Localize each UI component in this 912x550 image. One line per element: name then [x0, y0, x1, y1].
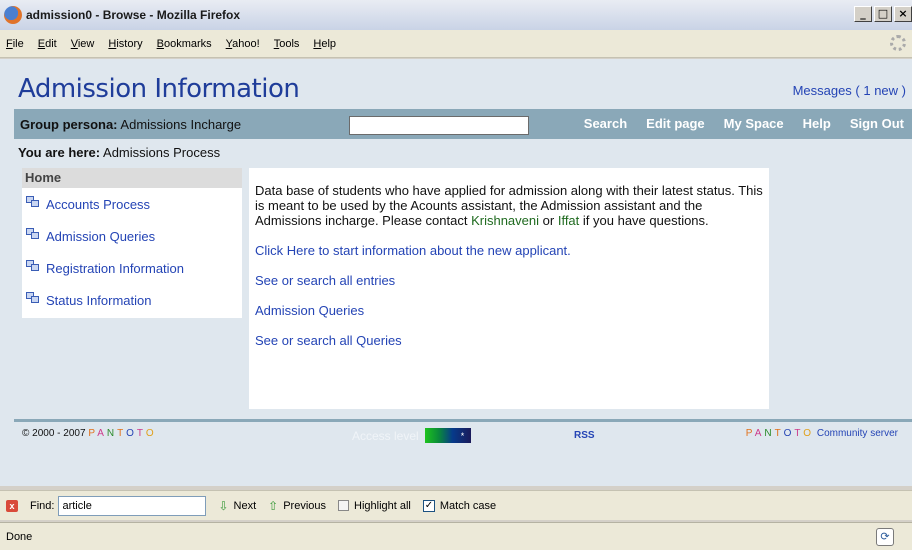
- messages-link[interactable]: Messages ( 1 new ): [793, 83, 906, 98]
- rss-link[interactable]: RSS: [574, 430, 595, 441]
- arrow-up-icon: ⇧: [268, 498, 279, 513]
- window-title: admission0 - Browse - Mozilla Firefox: [26, 8, 241, 22]
- menu-bar: File Edit View History Bookmarks Yahoo! …: [0, 30, 912, 58]
- folder-tree-icon: [26, 292, 39, 303]
- menu-history[interactable]: History: [108, 38, 142, 50]
- sidebar-home[interactable]: Home: [22, 168, 242, 188]
- throbber-icon: [890, 35, 906, 51]
- menu-bookmarks[interactable]: Bookmarks: [157, 38, 212, 50]
- group-persona: Group persona: Admissions Incharge: [20, 117, 241, 132]
- persona-label: Group persona:: [20, 116, 118, 132]
- main-content: Data base of students who have applied f…: [249, 168, 769, 409]
- nav-my-space-link[interactable]: My Space: [724, 116, 784, 131]
- maximize-button[interactable]: □: [874, 6, 892, 22]
- access-level: Access level *: [352, 428, 471, 443]
- breadcrumb-current[interactable]: Admissions Process: [103, 145, 220, 160]
- nav-links: Search Edit page My Space Help Sign Out: [565, 116, 904, 131]
- nav-sign-out-link[interactable]: Sign Out: [850, 116, 904, 131]
- menu-help[interactable]: Help: [313, 38, 336, 50]
- find-close-icon[interactable]: x: [6, 499, 18, 512]
- page-viewport: Admission Information Messages ( 1 new )…: [0, 59, 912, 486]
- breadcrumb-label: You are here:: [18, 145, 101, 160]
- access-label: Access level: [352, 428, 419, 443]
- sidebar-item-admission-queries[interactable]: Admission Queries: [22, 220, 242, 252]
- intro-paragraph: Data base of students who have applied f…: [255, 183, 763, 228]
- window-controls: _ □ ×: [852, 6, 912, 22]
- connection-status-icon[interactable]: ⟳: [876, 528, 894, 546]
- copyright: © 2000 - 2007 PANTOTO: [22, 428, 157, 439]
- find-previous-button[interactable]: ⇧ Previous: [268, 499, 326, 513]
- admission-queries-link[interactable]: Admission Queries: [255, 302, 763, 320]
- search-queries-link[interactable]: See or search all Queries: [255, 332, 763, 350]
- checkbox-checked-icon: ✓: [422, 499, 435, 512]
- nav-search-link[interactable]: Search: [584, 116, 627, 131]
- folder-tree-icon: [26, 228, 39, 239]
- minimize-button[interactable]: _: [854, 6, 872, 22]
- highlight-icon: [338, 500, 350, 511]
- footer-divider: [14, 419, 912, 422]
- contact-krishnaveni-link[interactable]: Krishnaveni: [471, 213, 539, 228]
- menu-tools[interactable]: Tools: [274, 38, 300, 50]
- sidebar-item-label: Status Information: [46, 292, 152, 308]
- nav-help-link[interactable]: Help: [803, 116, 831, 131]
- page-header: Admission Information Messages ( 1 new ): [0, 59, 912, 109]
- or-text: or: [542, 213, 555, 228]
- pantoto-brand: PANTOTO: [745, 428, 815, 439]
- page-title: Admission Information: [18, 74, 300, 104]
- status-text: Done: [6, 530, 33, 543]
- find-bar: x Find: article ⇩ Next ⇧ Previous Highligh…: [0, 490, 912, 520]
- nav-edit-page-link[interactable]: Edit page: [646, 116, 705, 131]
- access-level-bar: *: [424, 428, 471, 443]
- nav-bar: Group persona: Admissions Incharge Searc…: [14, 109, 912, 139]
- search-entries-link[interactable]: See or search all entries: [255, 272, 763, 290]
- highlight-all-button[interactable]: Highlight all: [338, 500, 411, 512]
- find-input[interactable]: article: [58, 495, 207, 516]
- find-next-button[interactable]: ⇩ Next: [218, 499, 256, 513]
- close-button[interactable]: ×: [894, 6, 912, 22]
- menu-file[interactable]: File: [6, 38, 24, 50]
- match-case-checkbox[interactable]: ✓ Match case: [422, 499, 496, 512]
- arrow-down-icon: ⇩: [218, 498, 229, 513]
- folder-tree-icon: [26, 196, 39, 207]
- sidebar-item-accounts-process[interactable]: Accounts Process: [22, 188, 242, 220]
- community-server-label: Community server: [816, 428, 898, 439]
- menu-yahoo[interactable]: Yahoo!: [226, 38, 260, 50]
- breadcrumb: You are here: Admissions Process: [18, 145, 220, 160]
- persona-value: Admissions Incharge: [120, 116, 242, 132]
- window-titlebar: admission0 - Browse - Mozilla Firefox _ …: [0, 0, 912, 30]
- sidebar-item-label: Admission Queries: [46, 228, 156, 244]
- search-input[interactable]: [349, 116, 529, 135]
- pantoto-logo: PANTOTO: [88, 428, 157, 439]
- intro-end-text: if you have questions.: [582, 213, 709, 228]
- sidebar-item-label: Accounts Process: [46, 196, 151, 212]
- folder-tree-icon: [26, 260, 39, 271]
- firefox-icon: [4, 6, 22, 24]
- sidebar-item-status-information[interactable]: Status Information: [22, 284, 242, 316]
- menu-view[interactable]: View: [71, 38, 95, 50]
- menu-edit[interactable]: Edit: [38, 38, 57, 50]
- sidebar-item-registration-information[interactable]: Registration Information: [22, 252, 242, 284]
- community-server[interactable]: PANTOTO Community server: [746, 428, 898, 439]
- status-bar: Done ⟳: [0, 522, 912, 550]
- find-label: Find:: [30, 499, 55, 512]
- copyright-text: © 2000 - 2007: [22, 428, 86, 439]
- contact-iffat-link[interactable]: Iffat: [558, 213, 579, 228]
- sidebar-item-label: Registration Information: [46, 260, 185, 276]
- new-applicant-link[interactable]: Click Here to start information about th…: [255, 242, 763, 260]
- sidebar: Home Accounts Process Admission Queries …: [22, 168, 242, 318]
